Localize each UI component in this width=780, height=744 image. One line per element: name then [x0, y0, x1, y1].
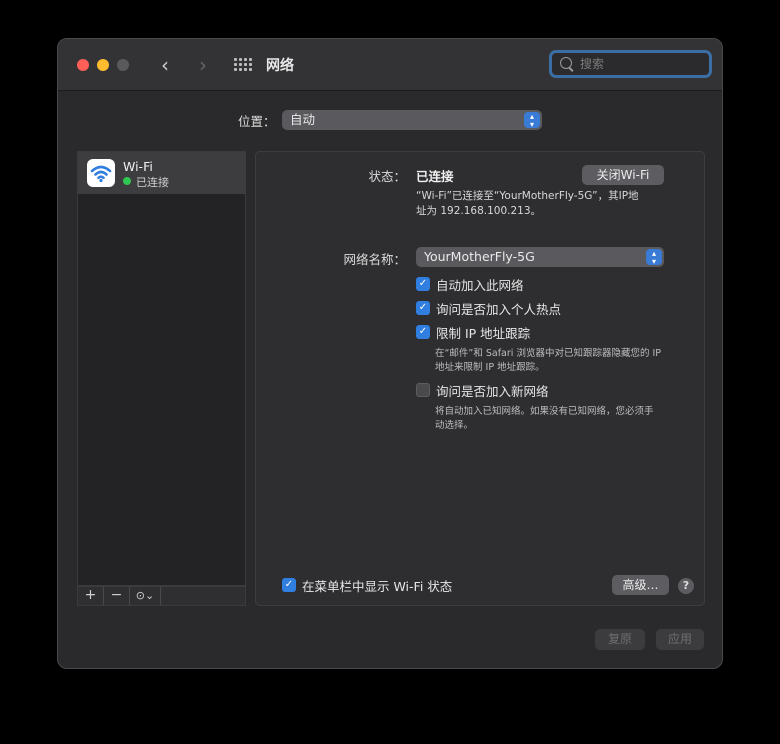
turn-off-wifi-button[interactable]: 关闭Wi-Fi: [582, 165, 664, 185]
show-all-grid-icon[interactable]: [234, 58, 252, 72]
network-name-popup[interactable]: YourMotherFly-5G ▴ ▾: [416, 247, 664, 267]
network-name-label: 网络名称：: [343, 252, 406, 267]
service-list: Wi-Fi 已连接: [77, 151, 246, 586]
limit-ip-description: 在“邮件”和 Safari 浏览器中对已知跟踪器隐藏您的 IP 地址来限制 IP…: [435, 348, 661, 373]
popup-arrows-icon: ▴ ▾: [646, 249, 662, 266]
status-value: 已连接: [416, 169, 454, 184]
help-button[interactable]: ?: [678, 578, 694, 594]
network-name-value: YourMotherFly-5G: [424, 249, 535, 264]
ask-new-networks-description: 将自动加入已知网络。如果没有已知网络，您必须手 动选择。: [435, 406, 654, 431]
back-chevron-icon[interactable]: ‹: [154, 53, 176, 77]
search-icon: [560, 57, 572, 69]
wifi-icon: [87, 159, 115, 187]
add-service-button[interactable]: +: [78, 587, 104, 605]
show-in-menubar-option[interactable]: ✓ 在菜单栏中显示 Wi-Fi 状态: [282, 577, 453, 594]
advanced-button[interactable]: 高级…: [612, 575, 669, 595]
limit-ip-tracking-option[interactable]: ✓ 限制 IP 地址跟踪: [416, 324, 531, 341]
close-window-button[interactable]: [77, 59, 89, 71]
location-value: 自动: [290, 112, 316, 127]
checkbox-checked-icon[interactable]: ✓: [282, 578, 296, 592]
service-list-toolbar: + − ⊙⌄: [77, 586, 246, 606]
auto-join-option[interactable]: ✓ 自动加入此网络: [416, 276, 524, 293]
minimize-window-button[interactable]: [97, 59, 109, 71]
apply-button[interactable]: 应用: [656, 629, 704, 650]
connected-status-dot: [123, 177, 131, 185]
wifi-detail-panel: 状态： 已连接 关闭Wi-Fi “Wi-Fi”已连接至“YourMotherFl…: [255, 151, 705, 606]
window-title: 网络: [266, 58, 294, 74]
ask-hotspot-option[interactable]: ✓ 询问是否加入个人热点: [416, 300, 562, 317]
remove-service-button[interactable]: −: [104, 587, 130, 605]
limit-ip-tracking-label: 限制 IP 地址跟踪: [436, 325, 531, 341]
status-label: 状态：: [368, 169, 406, 184]
status-description: “Wi-Fi”已连接至“YourMotherFly-5G”，其IP地 址为 19…: [416, 190, 639, 217]
service-item-wifi[interactable]: Wi-Fi 已连接: [78, 152, 245, 194]
action-menu-button[interactable]: ⊙⌄: [130, 587, 161, 605]
ask-new-networks-label: 询问是否加入新网络: [436, 383, 549, 399]
revert-button[interactable]: 复原: [595, 629, 645, 650]
service-status: 已连接: [136, 176, 169, 189]
location-label: 位置：: [238, 114, 276, 129]
zoom-window-button[interactable]: [117, 59, 129, 71]
checkbox-unchecked-icon[interactable]: ✓: [416, 383, 430, 397]
search-field[interactable]: [549, 50, 712, 78]
service-name: Wi-Fi: [123, 159, 153, 174]
auto-join-label: 自动加入此网络: [436, 277, 524, 293]
ask-hotspot-label: 询问是否加入个人热点: [436, 301, 562, 317]
popup-arrows-icon: ▴ ▾: [524, 112, 540, 129]
title-bar: ‹ › 网络: [58, 39, 722, 91]
checkbox-checked-icon[interactable]: ✓: [416, 325, 430, 339]
location-popup[interactable]: 自动 ▴ ▾: [282, 110, 542, 130]
show-in-menubar-label: 在菜单栏中显示 Wi-Fi 状态: [302, 578, 453, 594]
search-input[interactable]: [580, 55, 700, 73]
checkbox-checked-icon[interactable]: ✓: [416, 277, 430, 291]
ask-new-networks-option[interactable]: ✓ 询问是否加入新网络: [416, 382, 549, 399]
checkbox-checked-icon[interactable]: ✓: [416, 301, 430, 315]
forward-chevron-icon[interactable]: ›: [192, 53, 214, 77]
network-preferences-window: ‹ › 网络 位置： 自动 ▴▾ Wi-Fi 已连接: [57, 38, 723, 669]
